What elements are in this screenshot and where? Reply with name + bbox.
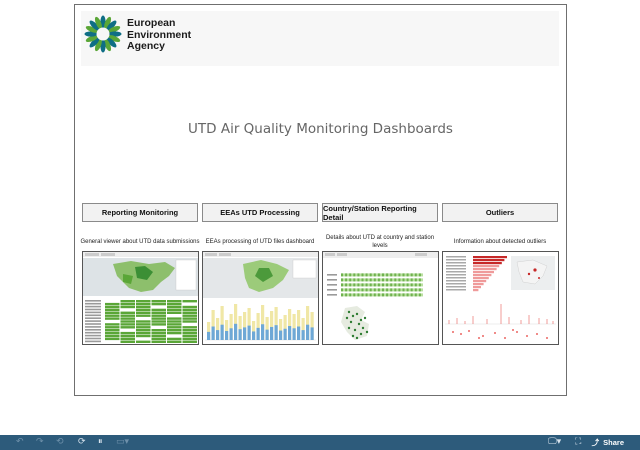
share-button[interactable]: ⤴ Share bbox=[592, 436, 624, 449]
dashboard-thumbnail-status-map bbox=[323, 252, 438, 344]
page-title: UTD Air Quality Monitoring Dashboards bbox=[188, 121, 453, 137]
eea-logo bbox=[83, 14, 123, 54]
redo-icon[interactable]: ↷ bbox=[36, 436, 44, 449]
pause-icon[interactable]: ⏸ bbox=[98, 436, 103, 449]
view-icon[interactable]: ▭▾ bbox=[116, 436, 129, 449]
description-eeas-utd-processing: EEAs processing of UTD files dashboard bbox=[205, 239, 315, 245]
thumbnail-country-station-detail[interactable] bbox=[322, 251, 439, 345]
device-preview-icon[interactable]: 🖵▾ bbox=[548, 436, 561, 449]
header-band: European Environment Agency bbox=[81, 11, 559, 66]
thumbnail-outliers[interactable] bbox=[442, 251, 559, 345]
undo-icon[interactable]: ↶ bbox=[16, 436, 24, 449]
thumbnail-reporting-monitoring[interactable] bbox=[82, 251, 199, 345]
dashboard-thumbnail-map-table bbox=[83, 252, 198, 344]
thumbnail-eeas-utd-processing[interactable] bbox=[202, 251, 319, 345]
share-icon: ⤴ bbox=[591, 438, 600, 447]
org-name: European Environment Agency bbox=[127, 17, 247, 53]
share-label: Share bbox=[603, 438, 624, 447]
revert-icon[interactable]: ⟲ bbox=[56, 436, 64, 449]
outliers-button[interactable]: Outliers bbox=[442, 203, 558, 222]
bottom-toolbar: ↶ ↷ ⟲ ⟳ ⏸ ▭▾ 🖵▾ ⛶ ⤴ Share bbox=[0, 435, 640, 450]
country-station-detail-button[interactable]: Country/Station Reporting Detail bbox=[322, 203, 438, 222]
dashboard-canvas: European Environment Agency UTD Air Qual… bbox=[74, 4, 567, 396]
page: European Environment Agency UTD Air Qual… bbox=[0, 0, 640, 450]
reporting-monitoring-button[interactable]: Reporting Monitoring bbox=[82, 203, 198, 222]
refresh-icon[interactable]: ⟳ bbox=[78, 436, 86, 449]
eeas-utd-processing-button[interactable]: EEAs UTD Processing bbox=[202, 203, 318, 222]
description-country-station-detail: Details about UTD at country and station… bbox=[325, 235, 435, 249]
description-outliers: Information about detected outliers bbox=[453, 239, 547, 245]
org-name-line: European bbox=[127, 17, 176, 29]
dashboard-thumbnail-map-bars bbox=[203, 252, 318, 344]
fullscreen-icon[interactable]: ⛶ bbox=[575, 436, 581, 449]
dashboard-thumbnail-outlier-scatter bbox=[443, 252, 558, 339]
org-name-line: Agency bbox=[127, 40, 165, 52]
description-reporting-monitoring: General viewer about UTD data submission… bbox=[80, 239, 200, 245]
